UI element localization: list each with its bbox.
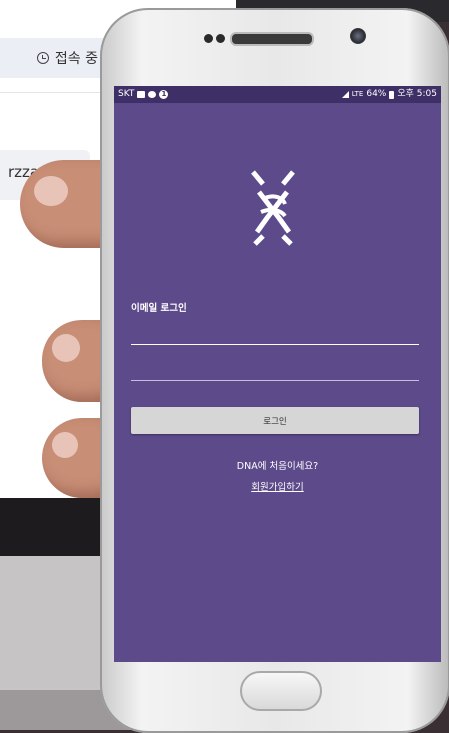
fingernail — [52, 334, 80, 362]
divider — [0, 92, 110, 93]
fingernail — [34, 176, 68, 206]
signup-link[interactable]: 회원가입하기 — [114, 479, 441, 493]
battery-percent: 64% — [366, 89, 387, 99]
notification-badge: 1 — [159, 90, 169, 99]
phone-screen: SKT 1 LTE 64% 오후 5:05 이메일 로그인 로그인 DNA에 처… — [114, 86, 441, 662]
clock-icon — [36, 52, 49, 64]
front-camera — [350, 28, 366, 44]
sensor-dot — [216, 34, 225, 43]
sensor-dot — [204, 34, 213, 43]
fingernail — [52, 432, 78, 458]
chat-icon — [148, 91, 157, 98]
dna-logo-icon — [251, 170, 295, 246]
network-label: LTE — [351, 90, 364, 98]
connection-status-badge: 접속 중 — [0, 38, 108, 78]
earpiece-speaker — [230, 32, 314, 46]
image-icon — [137, 91, 146, 98]
login-title: 이메일 로그인 — [131, 303, 187, 314]
status-bar: SKT 1 LTE 64% 오후 5:05 — [114, 86, 441, 103]
signup-prompt: DNA에 처음이세요? — [236, 461, 319, 472]
connection-status-label: 접속 중 — [54, 51, 98, 67]
carrier-label: SKT — [118, 89, 135, 99]
password-field[interactable] — [131, 360, 419, 381]
email-field[interactable] — [131, 324, 419, 345]
home-button[interactable] — [240, 671, 322, 711]
signal-icon — [341, 91, 349, 98]
battery-icon — [389, 90, 395, 99]
clock-time: 오후 5:05 — [397, 89, 437, 99]
login-button[interactable]: 로그인 — [131, 407, 419, 434]
